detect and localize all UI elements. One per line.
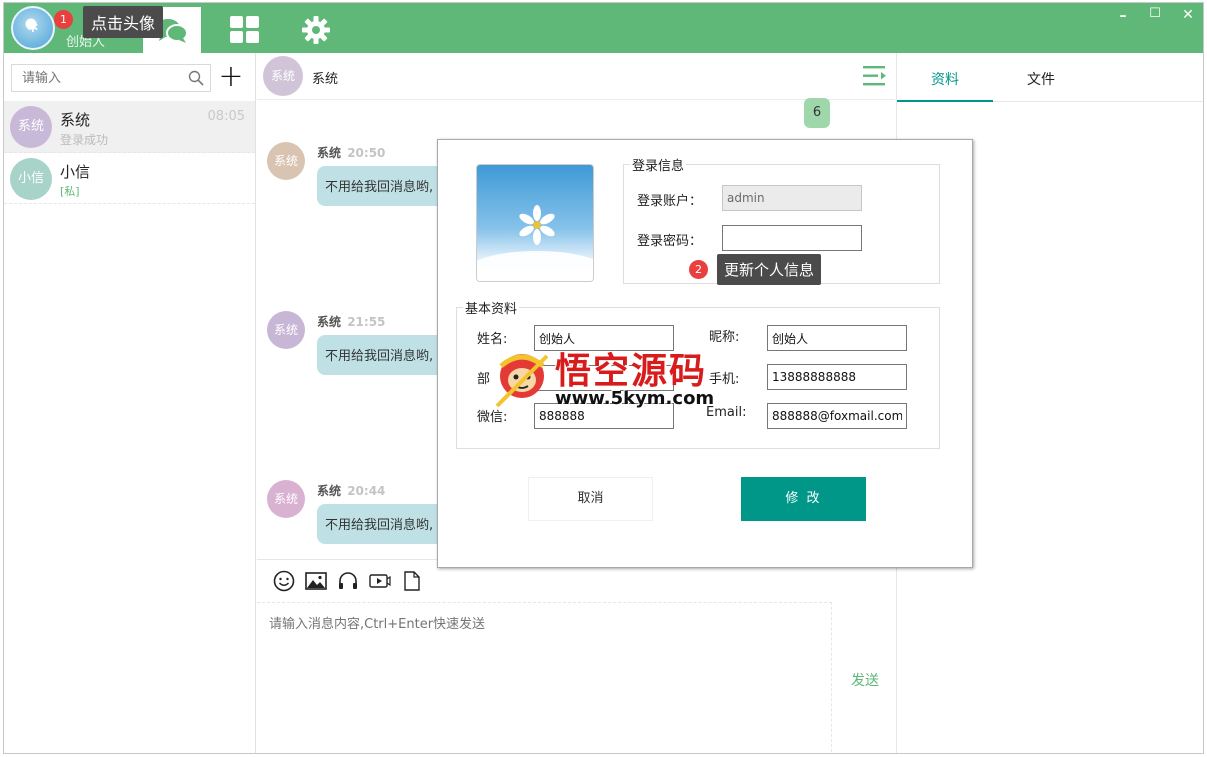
message-time: 20:44 <box>347 484 386 498</box>
message-input[interactable] <box>257 603 831 752</box>
grid-icon <box>230 16 259 43</box>
message-avatar: 系统 <box>267 142 305 180</box>
send-button[interactable]: 发送 <box>851 670 879 690</box>
message-time: 21:55 <box>347 315 386 329</box>
contact-item[interactable]: 小信 小信 [私] <box>4 153 255 204</box>
email-label: Email: <box>706 405 747 420</box>
tab-profile[interactable]: 资料 <box>897 53 993 102</box>
name-label: 姓名: <box>477 332 508 347</box>
contact-item[interactable]: 系统 系统 登录成功 08:05 <box>4 101 255 153</box>
message-sender: 系统 <box>317 315 342 329</box>
message-composer: 发送 <box>257 559 895 753</box>
gear-icon <box>302 16 330 44</box>
phone-field[interactable] <box>767 364 907 390</box>
step-badge: 1 <box>54 10 73 29</box>
top-bar: ✲ 创始人 – ☐ ✕ <box>4 3 1203 53</box>
contact-avatar: 小信 <box>10 158 52 200</box>
name-field[interactable] <box>534 325 674 351</box>
profile-edit-dialog: 登录信息 登录账户： 登录密码： 2 更新个人信息 基本资料 姓名: 昵称: 部… <box>437 139 973 568</box>
submit-button[interactable]: 修 改 <box>741 477 866 521</box>
contact-name: 小信 <box>60 163 91 181</box>
message-input-wrap <box>257 602 832 752</box>
profile-photo[interactable] <box>476 164 594 282</box>
contact-name: 系统 <box>60 111 91 129</box>
headphones-icon[interactable] <box>337 570 359 592</box>
cancel-button[interactable]: 取消 <box>528 477 653 521</box>
menu-indent-icon[interactable] <box>863 65 887 87</box>
phone-label: 手机: <box>709 372 740 387</box>
emoji-icon[interactable] <box>273 570 295 592</box>
flower-icon: ✲ <box>27 20 39 36</box>
tab-apps[interactable] <box>216 7 274 53</box>
department-field[interactable] <box>534 365 674 391</box>
password-field[interactable] <box>722 225 862 251</box>
nickname-field[interactable] <box>767 325 907 351</box>
info-tabs: 资料 文件 <box>897 53 1203 102</box>
user-avatar[interactable]: ✲ <box>11 6 55 50</box>
contact-last-message: 登录成功 <box>60 133 109 147</box>
message-time: 20:50 <box>347 146 386 160</box>
search-input[interactable] <box>12 65 182 91</box>
login-info-legend: 登录信息 <box>632 159 685 174</box>
basic-info-legend: 基本资料 <box>465 302 518 317</box>
image-icon[interactable] <box>305 570 327 592</box>
password-label: 登录密码： <box>637 234 703 249</box>
email-field[interactable] <box>767 403 907 429</box>
message-meta: 系统 21:55 <box>317 313 385 330</box>
message-meta: 系统 20:50 <box>317 144 385 161</box>
account-label: 登录账户： <box>637 194 703 209</box>
add-contact-button[interactable]: + <box>218 62 244 93</box>
search-icon[interactable] <box>188 70 204 86</box>
message-avatar: 系统 <box>267 311 305 349</box>
step-badge: 2 <box>689 260 708 279</box>
message-avatar: 系统 <box>267 480 305 518</box>
minimize-button[interactable]: – <box>1113 8 1133 24</box>
search-box <box>11 64 211 92</box>
close-button[interactable]: ✕ <box>1178 7 1198 23</box>
tooltip-click-avatar: 点击头像 <box>83 6 164 38</box>
contact-time: 08:05 <box>207 109 245 124</box>
self-message-bubble: 6 <box>804 98 830 128</box>
tab-settings[interactable] <box>287 7 345 53</box>
chat-title: 系统 <box>312 72 339 87</box>
message-sender: 系统 <box>317 484 342 498</box>
tab-files[interactable]: 文件 <box>993 53 1089 102</box>
wechat-field[interactable] <box>534 403 674 429</box>
nickname-label: 昵称: <box>709 330 740 345</box>
message-meta: 系统 20:44 <box>317 482 385 499</box>
tooltip-update-profile: 更新个人信息 <box>717 254 822 285</box>
cloud-shape <box>477 251 593 281</box>
chat-header: 系统 系统 <box>257 53 895 100</box>
video-icon[interactable] <box>369 570 391 592</box>
account-field[interactable] <box>722 185 862 211</box>
contact-last-message: [私] <box>60 185 80 198</box>
file-icon[interactable] <box>401 570 423 592</box>
daisy-icon <box>519 205 555 245</box>
message-sender: 系统 <box>317 146 342 160</box>
composer-toolbar <box>273 570 423 592</box>
maximize-button[interactable]: ☐ <box>1145 6 1165 21</box>
contact-avatar: 系统 <box>10 106 52 148</box>
chat-header-avatar: 系统 <box>263 56 303 96</box>
department-label: 部 <box>477 372 491 387</box>
wechat-label: 微信: <box>477 410 508 425</box>
contact-sidebar: + 系统 系统 登录成功 08:05 小信 小信 [私] <box>4 53 256 753</box>
